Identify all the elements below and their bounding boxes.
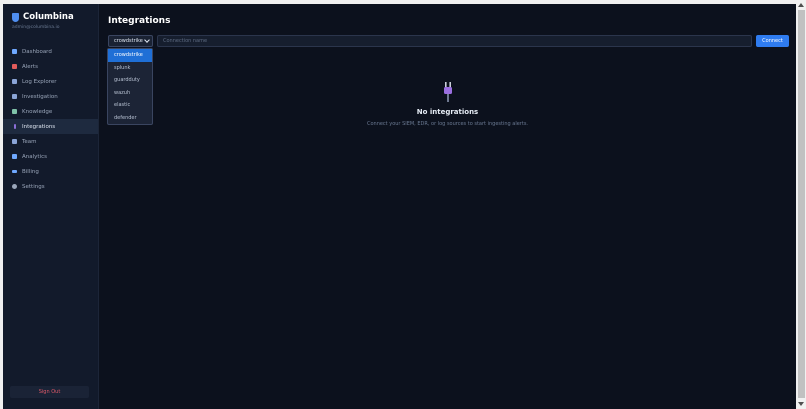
sidebar-item-log-explorer[interactable]: Log Explorer (3, 74, 98, 89)
brand-name: Columbina (23, 12, 74, 22)
app-window: Columbina admin@columbina.io Dashboard A… (3, 4, 796, 409)
card-icon (12, 170, 17, 173)
team-icon (12, 139, 17, 144)
sidebar-item-label: Alerts (22, 63, 38, 70)
sidebar-item-knowledge[interactable]: Knowledge (3, 104, 98, 119)
page-scrollbar[interactable] (797, 0, 806, 409)
sidebar-item-label: Investigation (22, 93, 58, 100)
sidebar-item-label: Billing (22, 168, 39, 175)
plug-icon (442, 82, 454, 102)
sidebar: Columbina admin@columbina.io Dashboard A… (3, 4, 99, 409)
sidebar-item-settings[interactable]: Settings (3, 179, 98, 194)
select-value: crowdstrike (114, 38, 143, 44)
sidebar-item-label: Analytics (22, 153, 47, 160)
chevron-down-icon (144, 37, 150, 43)
page-title: Integrations (108, 16, 171, 26)
sidebar-item-alerts[interactable]: Alerts (3, 59, 98, 74)
main-content: Integrations crowdstrike crowdstrike spl… (99, 4, 796, 409)
plug-icon (13, 124, 16, 129)
dropdown-option-splunk[interactable]: splunk (108, 62, 152, 75)
scrollbar-thumb[interactable] (798, 10, 805, 398)
integration-type-select[interactable]: crowdstrike (108, 35, 153, 47)
sidebar-item-investigation[interactable]: Investigation (3, 89, 98, 104)
brand: Columbina (12, 12, 74, 22)
sidebar-item-label: Settings (22, 183, 45, 190)
sidebar-nav: Dashboard Alerts Log Explorer Investigat… (3, 44, 98, 194)
sidebar-item-team[interactable]: Team (3, 134, 98, 149)
empty-state-title: No integrations (416, 108, 479, 116)
sidebar-item-label: Team (22, 138, 37, 145)
sign-out-button[interactable]: Sign Out (10, 386, 89, 398)
sidebar-item-label: Integrations (22, 123, 56, 130)
empty-state-subtitle: Connect your SIEM, EDR, or log sources t… (366, 121, 529, 127)
search-icon (12, 94, 17, 99)
connect-button[interactable]: Connect (756, 35, 789, 47)
dropdown-option-crowdstrike[interactable]: crowdstrike (108, 49, 152, 62)
connection-name-input[interactable] (157, 35, 752, 47)
sidebar-item-billing[interactable]: Billing (3, 164, 98, 179)
gear-icon (12, 184, 17, 189)
alert-icon (12, 64, 17, 69)
sidebar-item-label: Knowledge (22, 108, 53, 115)
user-email: admin@columbina.io (12, 25, 60, 30)
scroll-up-arrow-icon[interactable] (798, 3, 804, 7)
chart-icon (12, 49, 17, 54)
sidebar-item-analytics[interactable]: Analytics (3, 149, 98, 164)
sidebar-item-label: Dashboard (22, 48, 52, 55)
magnifier-icon (12, 79, 17, 84)
sidebar-item-dashboard[interactable]: Dashboard (3, 44, 98, 59)
shield-icon (12, 12, 19, 22)
analytics-icon (12, 154, 17, 159)
empty-state: No integrations Connect your SIEM, EDR, … (99, 82, 796, 127)
scroll-down-arrow-icon[interactable] (798, 402, 804, 406)
sidebar-item-label: Log Explorer (22, 78, 57, 85)
sidebar-item-integrations[interactable]: Integrations (3, 119, 98, 134)
book-icon (12, 109, 17, 114)
